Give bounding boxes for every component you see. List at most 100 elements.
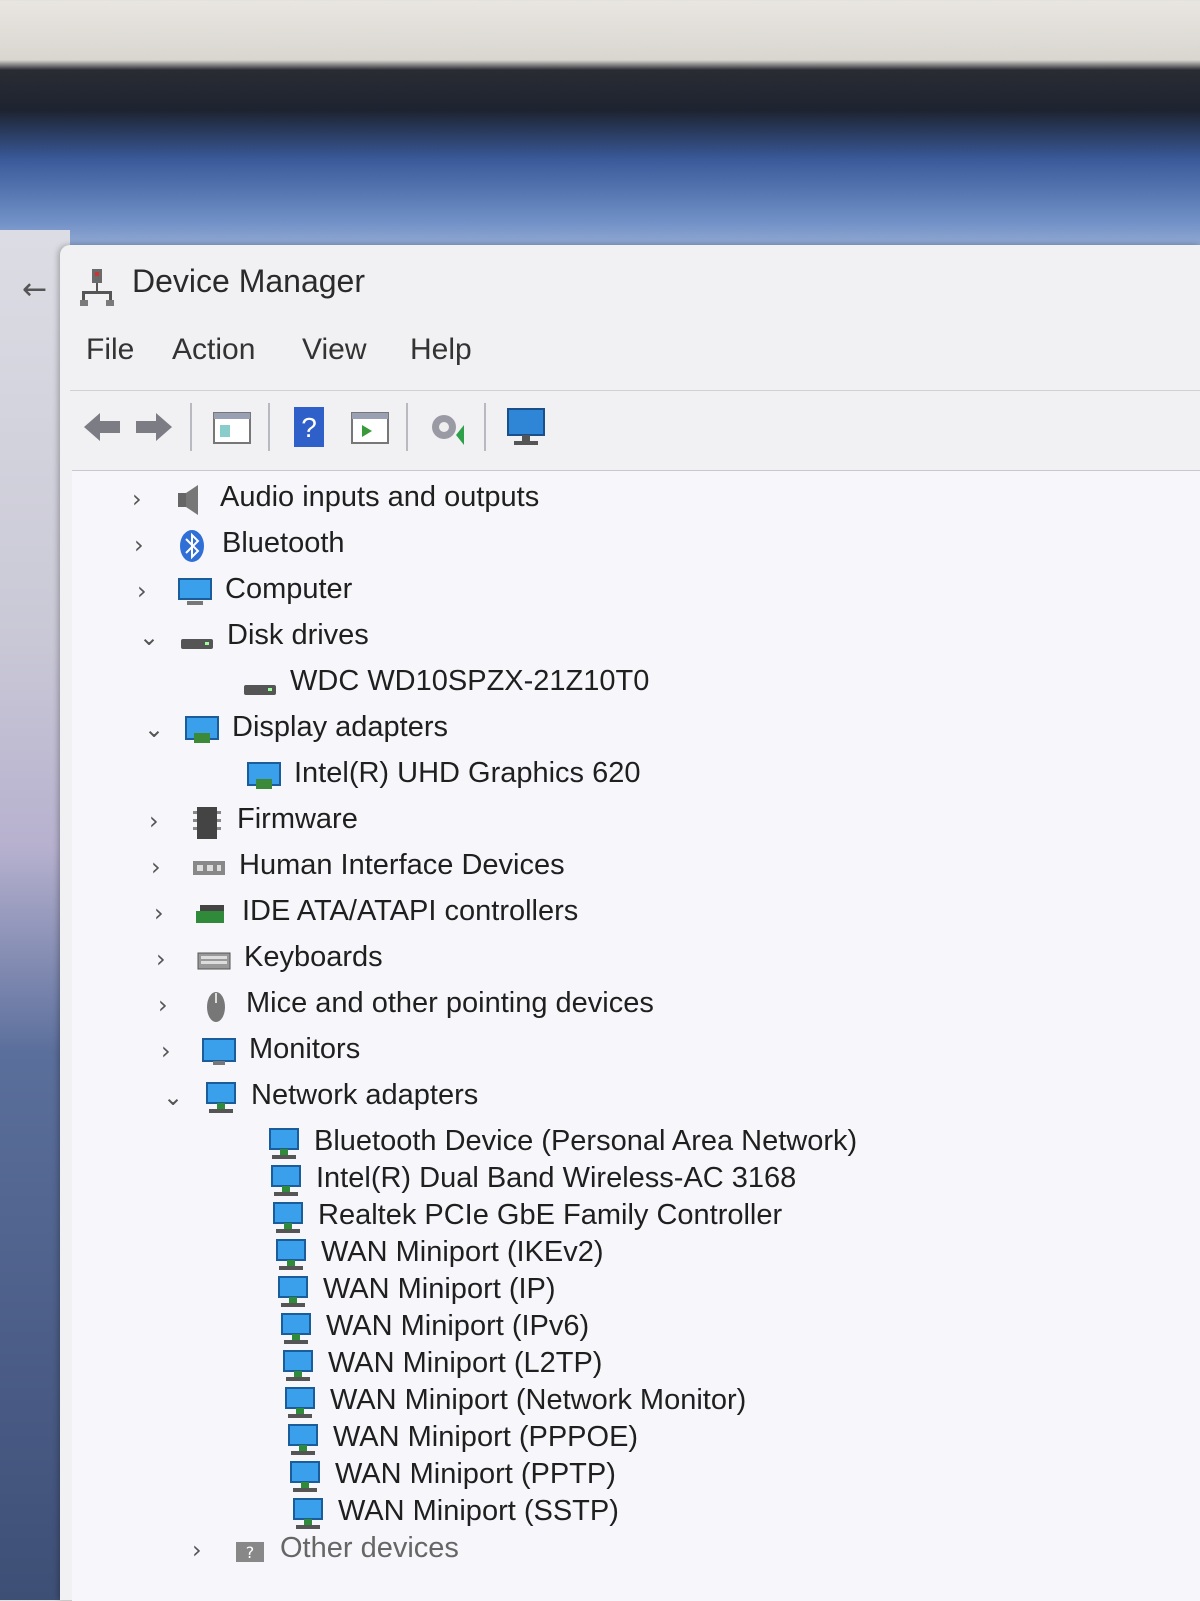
tree-category-label: Audio inputs and outputs (220, 481, 540, 513)
tree-device-item[interactable]: Intel(R) Dual Band Wireless-AC 3168 (268, 1160, 1148, 1202)
update-driver-icon[interactable] (426, 405, 470, 449)
tree-category-firmware[interactable]: › Firmware (149, 801, 1049, 843)
speaker-icon (178, 485, 198, 515)
chevron-right-icon[interactable]: › (151, 853, 175, 881)
tree-category-bluetooth[interactable]: › Bluetooth (134, 525, 1034, 567)
tree-category-audio-inputs-and-outputs[interactable]: › Audio inputs and outputs (132, 479, 1032, 521)
display-adapter-icon (185, 716, 219, 743)
network-adapter-icon (269, 1128, 299, 1159)
window-title: Device Manager (132, 263, 365, 299)
tree-device-item[interactable]: WAN Miniport (SSTP) (290, 1493, 1170, 1535)
menu-view[interactable]: View (302, 333, 366, 367)
tree-device-label: WAN Miniport (L2TP) (328, 1347, 603, 1379)
chevron-right-icon[interactable]: › (158, 991, 182, 1019)
other-devices-icon: ? (236, 1542, 264, 1562)
tree-device-item[interactable]: WAN Miniport (PPPOE) (285, 1419, 1165, 1461)
monitor-icon (202, 1038, 236, 1065)
tree-category-keyboards[interactable]: › Keyboards (156, 939, 1056, 981)
svg-text:?: ? (246, 1543, 255, 1562)
menu-help[interactable]: Help (410, 333, 472, 367)
title-bar: Device Manager (60, 245, 1200, 325)
chevron-down-icon[interactable]: ⌄ (144, 715, 168, 743)
tree-category-display-adapters[interactable]: ⌄ Display adapters (144, 709, 1044, 751)
tree-device-item[interactable]: WAN Miniport (IKEv2) (273, 1234, 1153, 1276)
tree-device-label: WAN Miniport (IP) (323, 1273, 556, 1305)
disk-drive-icon (244, 685, 276, 695)
tree-device-label: WAN Miniport (SSTP) (338, 1495, 619, 1527)
chevron-right-icon[interactable]: › (149, 807, 173, 835)
network-adapter-icon (278, 1276, 308, 1307)
chevron-right-icon[interactable]: › (161, 1037, 185, 1065)
tree-category-ide-ata-atapi-controllers[interactable]: › IDE ATA/ATAPI controllers (154, 893, 1054, 935)
device-tree: › Audio inputs and outputs › Bluetooth › Comp… (72, 470, 1200, 1601)
back-arrow-icon[interactable] (80, 405, 124, 449)
disk-drive-icon (181, 639, 213, 649)
network-adapter-icon (206, 1082, 236, 1113)
forward-arrow-icon[interactable] (132, 405, 176, 449)
tree-device-label: Bluetooth Device (Personal Area Network) (314, 1125, 858, 1157)
tree-device-item[interactable]: Realtek PCIe GbE Family Controller (270, 1197, 1150, 1239)
menu-action[interactable]: Action (172, 333, 255, 367)
tree-category-label: Mice and other pointing devices (246, 987, 654, 1019)
chevron-down-icon[interactable]: ⌄ (139, 623, 163, 651)
tree-device-item[interactable]: Bluetooth Device (Personal Area Network) (266, 1123, 1146, 1165)
network-adapter-icon (276, 1239, 306, 1270)
mouse-icon (207, 992, 225, 1022)
network-adapter-icon (271, 1165, 301, 1196)
toolbar-separator (484, 403, 486, 451)
tree-category-mice-and-other-pointing-devices[interactable]: › Mice and other pointing devices (158, 985, 1058, 1027)
tree-device-label: WAN Miniport (Network Monitor) (330, 1384, 747, 1416)
network-adapter-icon (285, 1387, 315, 1418)
tree-device-item[interactable]: WAN Miniport (IP) (275, 1271, 1155, 1313)
device-manager-icon (80, 269, 114, 306)
chevron-right-icon[interactable]: › (137, 577, 161, 605)
chevron-right-icon[interactable]: › (132, 485, 156, 513)
chevron-right-icon[interactable]: › (134, 531, 158, 559)
firmware-icon (193, 807, 221, 839)
tree-device-item[interactable]: WAN Miniport (Network Monitor) (282, 1382, 1162, 1424)
tree-device-label: WAN Miniport (IKEv2) (321, 1236, 604, 1268)
toolbar-separator (268, 403, 270, 451)
network-adapter-icon (288, 1424, 318, 1455)
tree-category-label: Bluetooth (222, 527, 345, 559)
network-adapter-icon (273, 1202, 303, 1233)
tree-category-monitors[interactable]: › Monitors (161, 1031, 1061, 1073)
tree-category-label: Network adapters (251, 1079, 479, 1111)
ide-controller-icon (196, 905, 224, 923)
tree-category-label: Human Interface Devices (239, 849, 565, 881)
tree-category-label: Firmware (237, 803, 358, 835)
tree-category-label: Monitors (249, 1033, 361, 1065)
toolbar: ? (70, 390, 1200, 463)
tree-category-human-interface-devices[interactable]: › Human Interface Devices (151, 847, 1051, 889)
chevron-right-icon[interactable]: › (154, 899, 178, 927)
tree-device-item[interactable]: WAN Miniport (IPv6) (278, 1308, 1158, 1350)
network-adapter-icon (283, 1350, 313, 1381)
tree-device-label: WAN Miniport (IPv6) (326, 1310, 590, 1342)
tree-device-label: Intel(R) UHD Graphics 620 (294, 757, 641, 789)
tree-category-other-devices[interactable]: ›? Other devices (192, 1530, 1092, 1572)
chevron-down-icon[interactable]: ⌄ (163, 1083, 187, 1111)
hid-icon (193, 861, 225, 875)
tree-category-network-adapters[interactable]: ⌄ Network adapters (163, 1077, 1063, 1119)
tree-category-label: Other devices (280, 1532, 459, 1564)
tree-device-label: WDC WD10SPZX-21Z10T0 (290, 665, 650, 697)
tree-device-item[interactable]: WDC WD10SPZX-21Z10T0 (242, 663, 1122, 705)
help-icon[interactable]: ? (288, 405, 332, 449)
tree-category-disk-drives[interactable]: ⌄ Disk drives (139, 617, 1039, 659)
tree-category-computer[interactable]: › Computer (137, 571, 1037, 613)
device-manager-window: Device Manager File Action View Help ? ›… (60, 245, 1200, 1601)
driver-details-icon[interactable] (348, 405, 392, 449)
back-arrow-icon[interactable]: ← (22, 272, 62, 308)
properties-icon[interactable] (210, 405, 254, 449)
tree-device-label: WAN Miniport (PPTP) (335, 1458, 616, 1490)
monitor-scan-icon[interactable] (504, 405, 548, 449)
network-adapter-icon (293, 1498, 323, 1529)
chevron-right-icon[interactable]: › (192, 1536, 216, 1564)
chevron-right-icon[interactable]: › (156, 945, 180, 973)
keyboard-icon (197, 952, 231, 970)
tree-device-item[interactable]: Intel(R) UHD Graphics 620 (246, 755, 1126, 797)
tree-device-item[interactable]: WAN Miniport (PPTP) (287, 1456, 1167, 1498)
tree-device-label: WAN Miniport (PPPOE) (333, 1421, 639, 1453)
tree-device-item[interactable]: WAN Miniport (L2TP) (280, 1345, 1160, 1387)
menu-file[interactable]: File (86, 333, 134, 367)
